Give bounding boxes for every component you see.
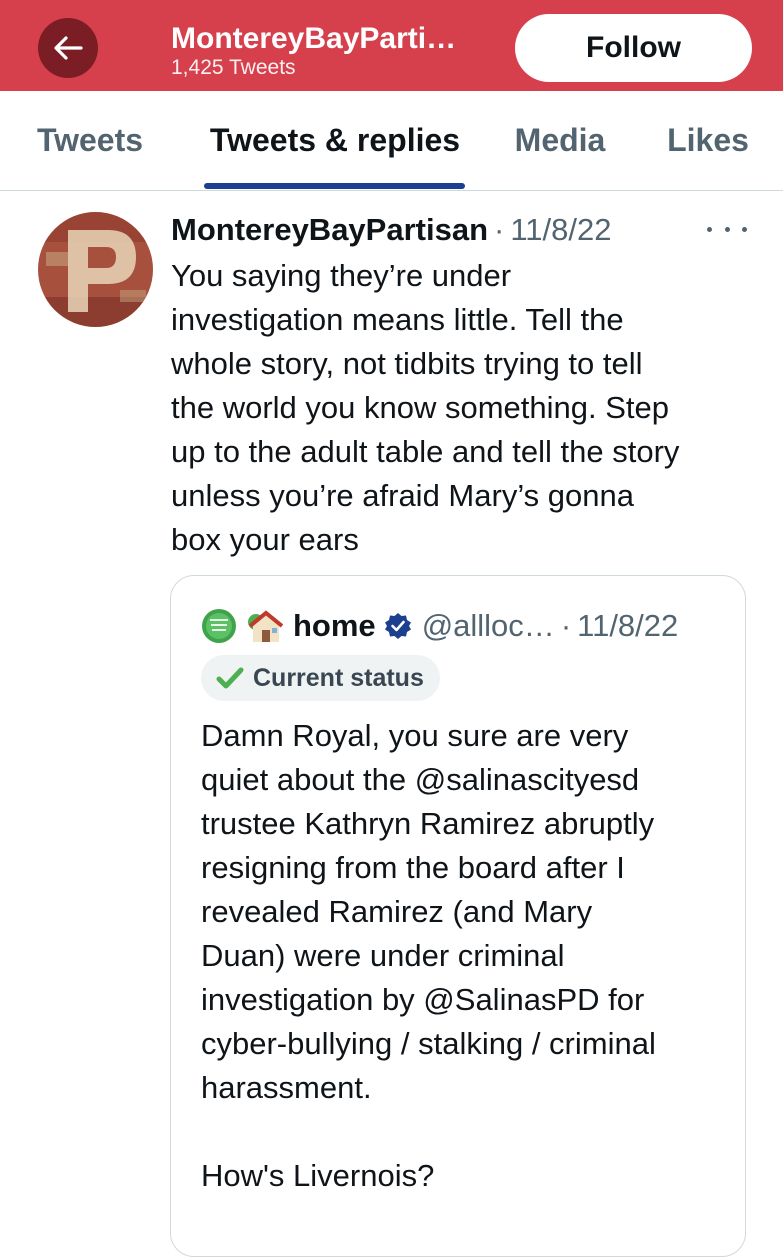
tweet-author-name[interactable]: MontereyBayPartisan: [171, 212, 488, 248]
profile-name-title: MontereyBayParti…: [171, 22, 457, 55]
quoted-tweet-date[interactable]: 11/8/22: [577, 608, 678, 644]
status-badge[interactable]: Current status: [201, 655, 440, 701]
back-arrow-icon: [54, 36, 83, 60]
status-label: Current status: [253, 663, 424, 692]
quoted-tweet-text: Damn Royal, you sure are very quiet abou…: [201, 718, 656, 1193]
house-emoji-icon: [248, 610, 283, 642]
tweet-header: MontereyBayPartisan · 11/8/22: [171, 208, 771, 252]
profile-tabs: Tweets Tweets & replies Media Likes: [0, 91, 783, 191]
tab-tweets[interactable]: Tweets: [20, 91, 160, 190]
separator-dot: ·: [494, 212, 505, 247]
quoted-author-name[interactable]: home: [293, 608, 376, 644]
quoted-tweet[interactable]: home @allloc… · 11/8/22 Current status D…: [170, 575, 746, 1257]
follow-button[interactable]: Follow: [515, 14, 752, 82]
check-icon: [216, 667, 244, 689]
tab-tweets-and-replies[interactable]: Tweets & replies: [196, 91, 474, 190]
avatar[interactable]: [38, 212, 153, 327]
active-tab-indicator: [204, 183, 465, 189]
tweet-count: 1,425 Tweets: [171, 56, 296, 79]
verified-icon: [384, 613, 411, 639]
keep-calm-badge-icon: [202, 609, 236, 643]
tweet-text: You saying they’re under investigation m…: [171, 258, 680, 557]
separator-dot: ·: [560, 608, 572, 643]
back-button[interactable]: [38, 18, 98, 78]
partisan-logo-avatar-icon: [38, 212, 153, 327]
tab-likes[interactable]: Likes: [656, 91, 760, 190]
tweet-date[interactable]: 11/8/22: [510, 212, 611, 248]
more-icon[interactable]: [707, 214, 747, 244]
header-text: MontereyBayParti… 1,425 Tweets: [171, 22, 491, 80]
profile-header: MontereyBayParti… 1,425 Tweets Follow: [0, 0, 783, 91]
quoted-author-handle[interactable]: @allloc…: [422, 608, 555, 644]
tab-media[interactable]: Media: [500, 91, 620, 190]
quoted-tweet-header: home @allloc… · 11/8/22: [201, 604, 741, 648]
